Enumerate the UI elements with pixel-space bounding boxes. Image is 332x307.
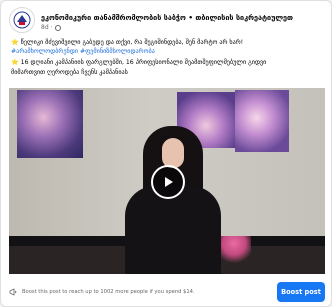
speaker-face	[162, 138, 184, 168]
page-avatar[interactable]	[9, 7, 35, 33]
page-name[interactable]: ეკონომიკური თანამშრომლობის საბჭო • თბილი…	[41, 13, 293, 23]
post-meta: 8d ·	[41, 24, 293, 32]
post-caption: ⭐ წელიკი მძევიშვილი გაბედე და თქვი, რა შ…	[11, 38, 325, 77]
boost-hint-text: Boost this post to reach up to 1002 more…	[22, 289, 195, 295]
page-logo-icon	[13, 11, 31, 29]
boost-post-button[interactable]: Boost post	[277, 282, 325, 302]
flowers	[217, 236, 251, 272]
globe-icon	[54, 24, 61, 31]
caption-line: მიმართვით ღეროდება ჩვენს კამპანიას	[11, 68, 128, 76]
speaker-body	[125, 186, 221, 274]
caption-line: ⭐ 16 დღიანი კამპანიის ფარგლებში, 16 პრიფ…	[11, 59, 267, 67]
caption-hashtags[interactable]: #არამხოლოდბრენდი #ფემინიზმსოლიდარობა	[11, 47, 325, 56]
painting	[235, 90, 289, 152]
post-time[interactable]: 8d	[41, 24, 49, 32]
video-player[interactable]	[9, 88, 325, 274]
painting	[17, 90, 83, 158]
boost-hint: Boost this post to reach up to 1002 more…	[9, 288, 277, 296]
post-card: ეკონომიკური თანამშრომლობის საბჭო • თბილი…	[0, 0, 332, 307]
megaphone-icon	[9, 288, 17, 296]
post-footer: Boost this post to reach up to 1002 more…	[9, 279, 325, 305]
play-icon	[165, 177, 173, 187]
meta-separator: ·	[50, 23, 53, 31]
caption-line: ⭐ წელიკი მძევიშვილი გაბედე და თქვი, რა შ…	[11, 39, 244, 46]
play-button[interactable]	[151, 165, 185, 199]
post-header: ეკონომიკური თანამშრომლობის საბჭო • თბილი…	[9, 7, 323, 37]
